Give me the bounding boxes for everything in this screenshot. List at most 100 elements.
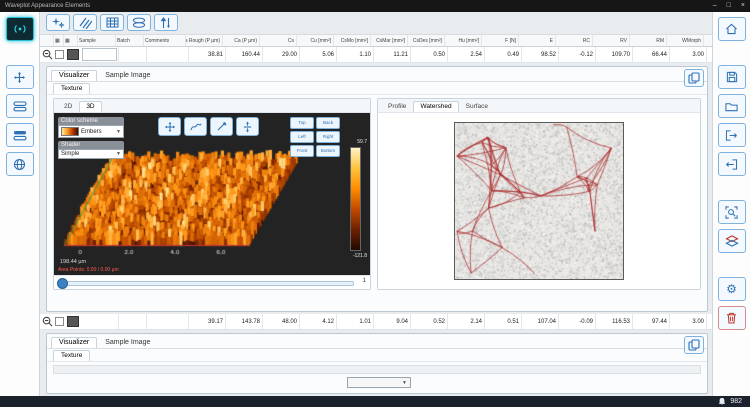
sparkles-icon[interactable] — [46, 14, 70, 31]
metric-header[interactable]: E — [519, 35, 556, 46]
minimize-button[interactable]: – — [713, 0, 717, 12]
metric-header[interactable]: CsMo [mm²] — [334, 35, 371, 46]
row-color-swatch[interactable] — [67, 49, 79, 60]
tab-surface[interactable]: Surface — [459, 101, 495, 112]
header-comments[interactable]: Comments — [144, 35, 186, 46]
tab-2d[interactable]: 2D — [57, 101, 79, 112]
export-left-icon[interactable] — [718, 152, 746, 176]
trash-icon[interactable] — [718, 306, 746, 330]
row-color-swatch[interactable] — [67, 316, 79, 327]
metric-header[interactable]: CsDes [mm²] — [408, 35, 445, 46]
folder-icon[interactable] — [718, 94, 746, 118]
view-orientation-button[interactable]: Top — [290, 117, 314, 129]
tab-sample-image[interactable]: Sample Image — [97, 70, 158, 81]
bell-icon[interactable] — [718, 397, 726, 406]
metric-header[interactable]: RV — [593, 35, 630, 46]
row-checkbox[interactable] — [55, 317, 64, 326]
tab-texture[interactable]: Texture — [53, 83, 90, 94]
panel2-subtabs: Texture — [47, 349, 707, 362]
list-bars-icon[interactable] — [6, 123, 34, 147]
watershed-image[interactable] — [455, 123, 623, 279]
comments-cell[interactable] — [147, 314, 189, 329]
copy-icon[interactable] — [684, 69, 704, 87]
metric-header[interactable]: F [N] — [482, 35, 519, 46]
zoom-fit-icon[interactable] — [718, 200, 746, 224]
metric-header[interactable]: CsMar [mm²] — [371, 35, 408, 46]
slider-track[interactable] — [66, 281, 354, 286]
metric-header[interactable]: Hu [mm²] — [445, 35, 482, 46]
surface-3d-view[interactable]: Color scheme Embers ▼ Shader Simple ▼ — [54, 113, 370, 275]
zoom-out-icon[interactable] — [40, 49, 54, 60]
transfer-arrows-icon[interactable] — [154, 14, 178, 31]
viewer-2d: Profile Watershed Surface — [377, 98, 701, 290]
comments-cell[interactable] — [147, 47, 189, 62]
metric-value: 2.54 — [448, 47, 485, 62]
depth-slider[interactable]: 1 — [54, 275, 370, 289]
metric-value: 160.44 — [226, 47, 263, 62]
view-orientation-button[interactable]: Left — [290, 131, 314, 143]
measure-pen-icon[interactable] — [210, 117, 233, 136]
metric-header[interactable]: Cu [mm²] — [297, 35, 334, 46]
copy-icon[interactable] — [684, 336, 704, 354]
hatch-lines-icon[interactable] — [73, 14, 97, 31]
tab-profile[interactable]: Profile — [381, 101, 413, 112]
metric-header[interactable]: Ca (P µm) — [223, 35, 260, 46]
notification-count: 982 — [730, 398, 742, 405]
batch-cell[interactable] — [119, 314, 147, 329]
settings-icon[interactable]: ⚙ — [718, 277, 746, 301]
signal-icon[interactable] — [6, 17, 34, 41]
workspace: ▦ ▦ Sample Batch Comments Sa Rough (P µm… — [40, 12, 712, 396]
metric-header[interactable]: Sa Rough (P µm) — [186, 35, 223, 46]
layer-bars-icon[interactable] — [6, 94, 34, 118]
view-orientation-button[interactable]: Back — [316, 117, 340, 129]
header-sample[interactable]: Sample — [78, 35, 116, 46]
view-orientation-button[interactable]: Bottom — [316, 145, 340, 157]
tab-watershed[interactable]: Watershed — [413, 101, 458, 112]
sample-cell[interactable] — [81, 314, 119, 329]
pan-move-icon[interactable] — [158, 117, 181, 136]
sample-input[interactable] — [82, 48, 117, 61]
table-row-2[interactable]: 39.17143.7848.004.121.019.040.522.140.51… — [40, 314, 712, 330]
viewer-3d-tabs: 2D 3D — [54, 99, 370, 113]
close-button[interactable]: × — [741, 0, 745, 12]
tab-sample-image[interactable]: Sample Image — [97, 337, 158, 348]
globe-icon[interactable] — [6, 152, 34, 176]
metric-header[interactable]: RM — [630, 35, 667, 46]
fit-vertical-icon[interactable] — [236, 117, 259, 136]
metric-header[interactable]: WMorph — [667, 35, 704, 46]
view-orientation-button[interactable]: Front — [290, 145, 314, 157]
layer-stack-icon[interactable] — [718, 229, 746, 253]
metric-values-row2: 39.17143.7848.004.121.019.040.522.140.51… — [189, 314, 707, 329]
metric-value: 39.17 — [189, 314, 226, 329]
left-sidebar — [0, 12, 40, 396]
move-icon[interactable] — [6, 65, 34, 89]
tab-3d[interactable]: 3D — [79, 101, 101, 112]
slider-handle[interactable] — [57, 278, 68, 289]
metric-header[interactable]: Cs — [260, 35, 297, 46]
ellipses-icon[interactable] — [127, 14, 151, 31]
tab-texture[interactable]: Texture — [53, 350, 90, 361]
collapsed-dropdown[interactable]: ▼ — [347, 377, 411, 388]
zoom-out-icon[interactable] — [40, 316, 54, 327]
view-orientation-button[interactable]: Right — [316, 131, 340, 143]
header-batch[interactable]: Batch — [116, 35, 144, 46]
sample-cell[interactable] — [81, 47, 119, 62]
save-icon[interactable] — [718, 65, 746, 89]
shader-label: Shader — [58, 141, 124, 149]
metric-value: 48.00 — [263, 314, 300, 329]
metric-header[interactable]: RC — [556, 35, 593, 46]
colorbar-min: -121.8 — [353, 253, 367, 259]
export-right-icon[interactable] — [718, 123, 746, 147]
home-icon[interactable] — [718, 17, 746, 41]
table-row-1[interactable]: 38.81160.4429.005.061.1011.210.502.540.4… — [40, 47, 712, 63]
tab-visualizer[interactable]: Visualizer — [51, 337, 97, 348]
row-checkbox[interactable] — [55, 50, 64, 59]
color-scheme-select[interactable]: Embers ▼ — [58, 125, 124, 138]
grid-table-icon[interactable] — [100, 14, 124, 31]
shader-select[interactable]: Simple ▼ — [58, 149, 124, 159]
tab-visualizer[interactable]: Visualizer — [51, 70, 97, 81]
maximize-button[interactable]: □ — [727, 0, 731, 12]
profile-curve-icon[interactable] — [184, 117, 207, 136]
batch-cell[interactable] — [119, 47, 147, 62]
window-title: Waveplot Appearance Elements — [5, 3, 90, 9]
